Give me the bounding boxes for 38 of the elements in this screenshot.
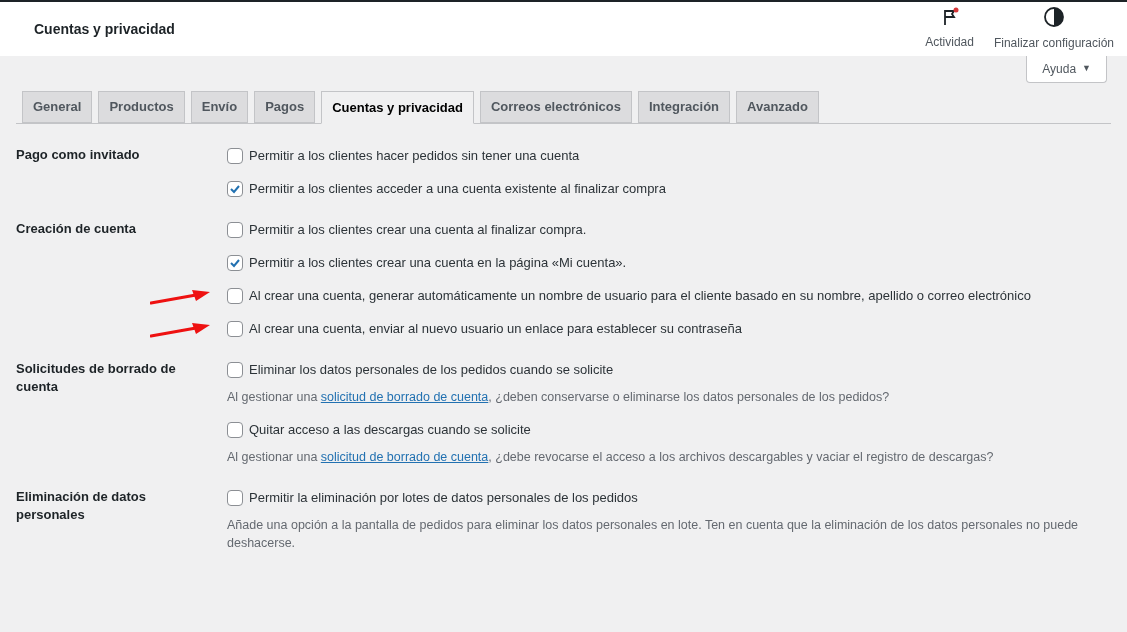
header-action[interactable]: Finalizar configuración	[993, 6, 1114, 52]
tab[interactable]: Envío	[190, 91, 249, 123]
option-label[interactable]: Permitir la eliminación por lotes de datos personales de los pedidos	[249, 487, 638, 508]
header-action[interactable]: Actividad	[925, 7, 974, 51]
checkbox[interactable]	[227, 489, 243, 506]
tab[interactable]: Pagos	[254, 91, 316, 123]
tab[interactable]: Avanzado	[736, 91, 819, 123]
section-label: Eliminación de datos personales	[16, 488, 148, 524]
section-label: Pago como invitado	[16, 146, 141, 164]
description: Al gestionar una solicitud de borrado de cuenta, ¿deben conservarse o eliminarse los datos personales de los pedidos?	[227, 389, 891, 406]
option-label[interactable]: Quitar acceso a las descargas cuando se solicite	[249, 419, 531, 440]
checkbox[interactable]	[227, 320, 243, 337]
checkbox[interactable]	[227, 147, 243, 164]
option-label[interactable]: Permitir a los clientes crear una cuenta en la página «Mi cuenta».	[249, 252, 627, 273]
tab[interactable]: General	[22, 91, 93, 123]
page-title: Cuentas y privacidad	[34, 19, 175, 39]
description: Al gestionar una solicitud de borrado de cuenta, ¿debe revocarse el acceso a los archivos descargables y vaciar el registro de descargas?	[227, 449, 995, 466]
checkbox[interactable]	[227, 254, 243, 271]
half-circle-icon	[1042, 6, 1065, 28]
tab[interactable]: Correos electrónicos	[479, 91, 632, 123]
checkbox[interactable]	[227, 180, 243, 197]
checkbox[interactable]	[227, 221, 243, 238]
tab[interactable]: Integración	[637, 91, 731, 123]
section-label: Solicitudes de borrado de cuenta	[16, 360, 177, 396]
section-label: Creación de cuenta	[16, 220, 137, 238]
description: Añade una opción a la pantalla de pedidos para eliminar los datos personales en lote. Ten en cuenta que la eliminación de los datos personales no puede deshacerse.	[227, 517, 1080, 552]
checkbox[interactable]	[227, 421, 243, 438]
help-button[interactable]: Ayuda ▼	[1026, 56, 1107, 83]
option-label[interactable]: Permitir a los clientes acceder a una cuenta existente al finalizar compra	[249, 178, 666, 199]
option-label[interactable]: Al crear una cuenta, generar automáticamente un nombre de usuario para el cliente basado en su nombre, apellido o correo electrónico	[249, 285, 1031, 306]
checkbox[interactable]	[227, 361, 243, 378]
option-label[interactable]: Al crear una cuenta, enviar al nuevo usuario un enlace para establecer su contraseña	[249, 318, 742, 339]
tab[interactable]: Cuentas y privacidad	[321, 91, 474, 124]
option-label[interactable]: Eliminar los datos personales de los pedidos cuando se solicite	[249, 359, 614, 380]
checkbox[interactable]	[227, 287, 243, 304]
tab[interactable]: Productos	[98, 91, 185, 123]
option-label[interactable]: Permitir a los clientes crear una cuenta al finalizar compra.	[249, 219, 587, 240]
option-label[interactable]: Permitir a los clientes hacer pedidos sin tener una cuenta	[249, 145, 580, 166]
